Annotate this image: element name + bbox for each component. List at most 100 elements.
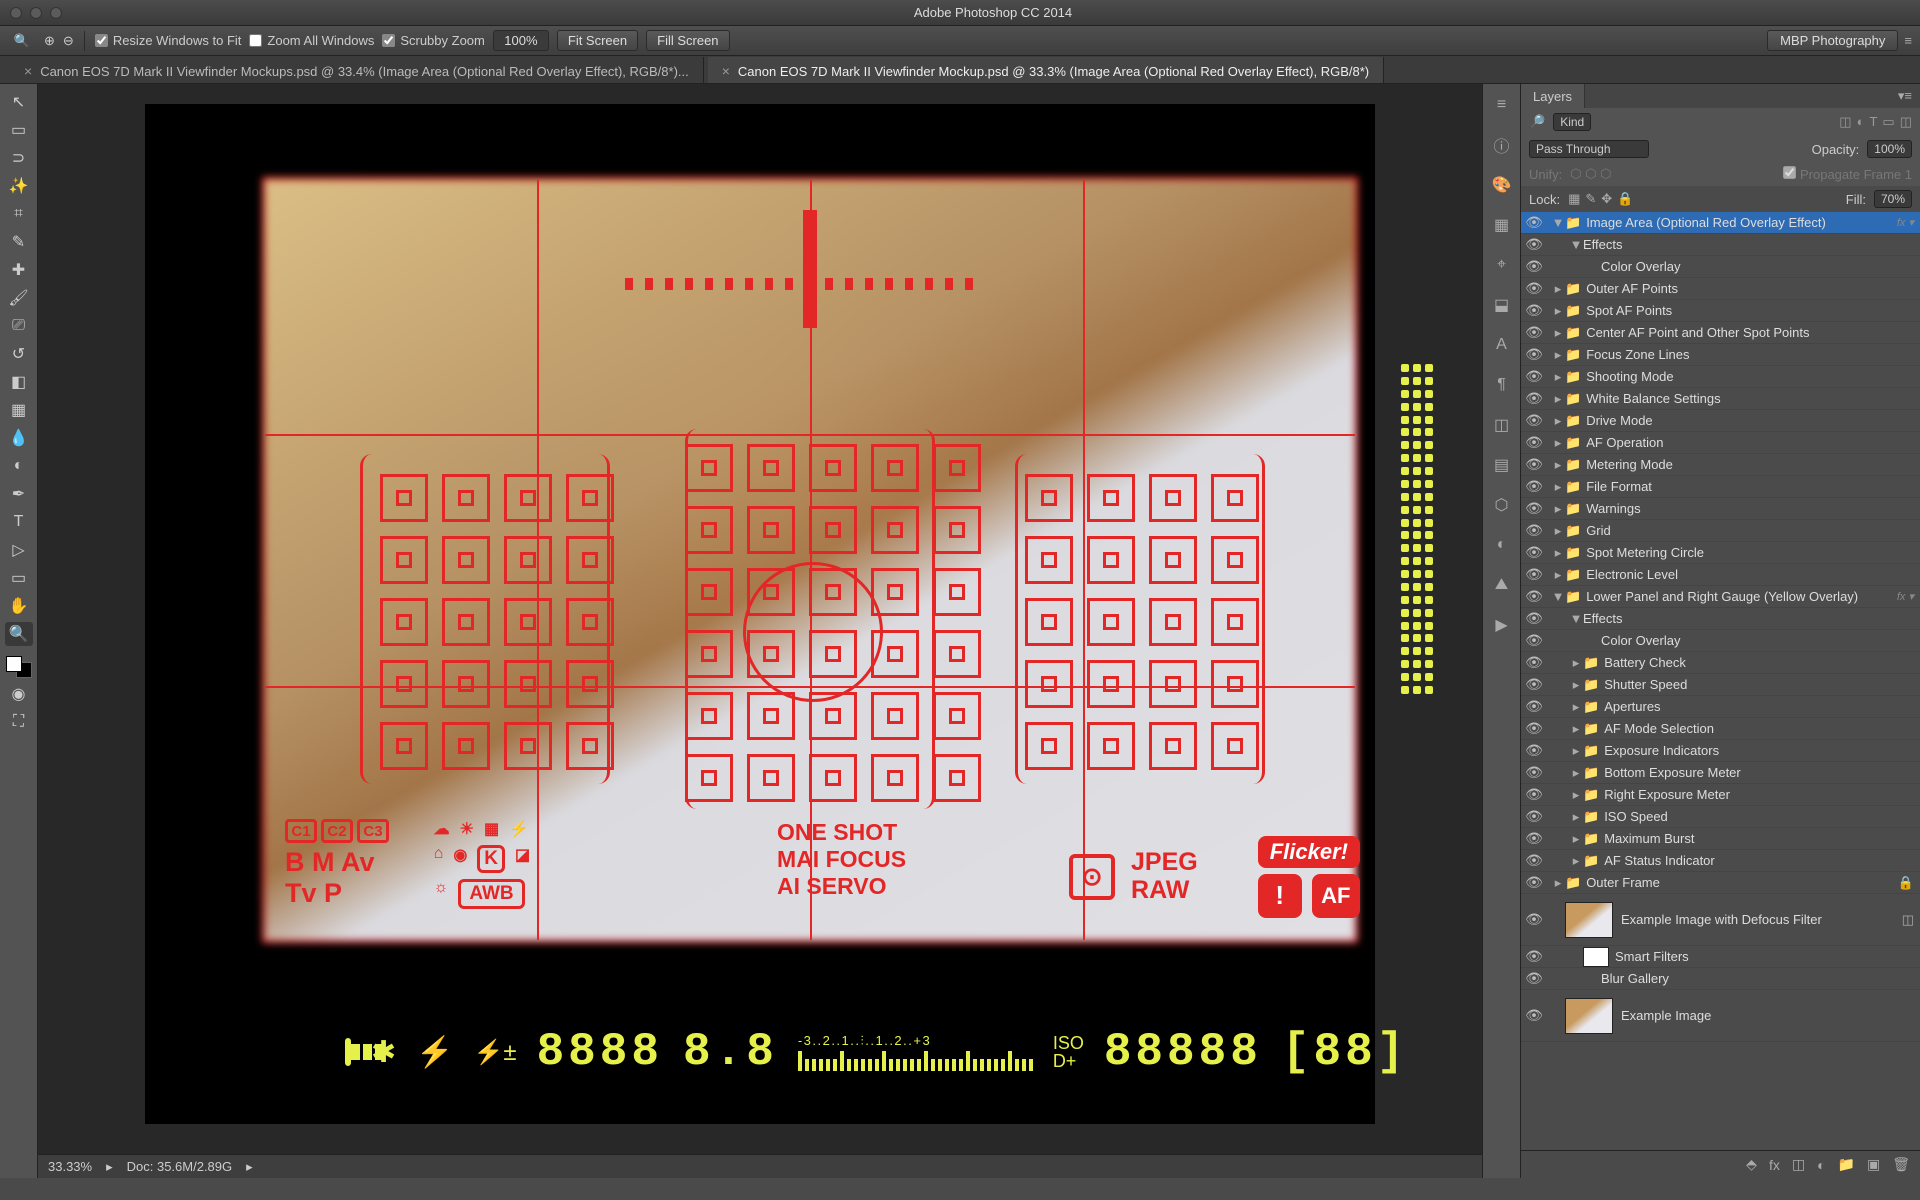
- visibility-eye-icon[interactable]: 👁: [1521, 302, 1547, 319]
- layer-row[interactable]: 👁▸📁ISO Speed: [1521, 806, 1920, 828]
- panel-menu-icon[interactable]: ▾≡: [1890, 88, 1920, 104]
- visibility-eye-icon[interactable]: 👁: [1521, 456, 1547, 473]
- link-layers-icon[interactable]: ⬘: [1746, 1156, 1757, 1173]
- expand-arrow-icon[interactable]: ▸: [1569, 743, 1583, 759]
- layer-row[interactable]: 👁▸📁Warnings: [1521, 498, 1920, 520]
- layer-row[interactable]: 👁▼Effects: [1521, 608, 1920, 630]
- zoom-level[interactable]: 100%: [493, 30, 549, 51]
- visibility-eye-icon[interactable]: 👁: [1521, 258, 1547, 275]
- dock-icon[interactable]: ≡: [1491, 94, 1513, 116]
- visibility-eye-icon[interactable]: 👁: [1521, 214, 1547, 231]
- visibility-eye-icon[interactable]: 👁: [1521, 236, 1547, 253]
- dock-icon[interactable]: ◐: [1491, 534, 1513, 556]
- canvas[interactable]: /*built below by layout, static bars*/ C…: [145, 104, 1375, 1124]
- expand-arrow-icon[interactable]: ▸: [1551, 435, 1565, 451]
- visibility-eye-icon[interactable]: 👁: [1521, 764, 1547, 781]
- shape-tool[interactable]: ▭: [5, 566, 33, 590]
- layer-row[interactable]: 👁▸📁Shooting Mode: [1521, 366, 1920, 388]
- group-icon[interactable]: 📁: [1838, 1156, 1855, 1173]
- gradient-tool[interactable]: ▦: [5, 398, 33, 422]
- visibility-eye-icon[interactable]: 👁: [1521, 434, 1547, 451]
- visibility-eye-icon[interactable]: 👁: [1521, 588, 1547, 605]
- layer-row[interactable]: 👁▸📁Spot AF Points: [1521, 300, 1920, 322]
- dock-icon[interactable]: ▤: [1491, 454, 1513, 476]
- visibility-eye-icon[interactable]: 👁: [1521, 720, 1547, 737]
- layer-row[interactable]: 👁▸📁Drive Mode: [1521, 410, 1920, 432]
- visibility-eye-icon[interactable]: 👁: [1521, 808, 1547, 825]
- layer-row[interactable]: 👁▸📁Apertures: [1521, 696, 1920, 718]
- pen-tool[interactable]: ✒: [5, 482, 33, 506]
- layer-fx-icon[interactable]: fx: [1769, 1157, 1780, 1173]
- zoom-all-check[interactable]: Zoom All Windows: [249, 33, 374, 48]
- dock-icon[interactable]: ¶: [1491, 374, 1513, 396]
- layer-row[interactable]: 👁▸📁Electronic Level: [1521, 564, 1920, 586]
- filter-type-icon[interactable]: T: [1869, 114, 1877, 130]
- hand-tool[interactable]: ✋: [5, 594, 33, 618]
- visibility-eye-icon[interactable]: 👁: [1521, 698, 1547, 715]
- expand-arrow-icon[interactable]: ▸: [1551, 369, 1565, 385]
- visibility-eye-icon[interactable]: 👁: [1521, 948, 1547, 965]
- zoom-tool[interactable]: 🔍: [5, 622, 33, 646]
- expand-arrow-icon[interactable]: ▸: [1569, 765, 1583, 781]
- eyedropper-tool[interactable]: ✎: [5, 230, 33, 254]
- layer-row[interactable]: 👁▸📁Focus Zone Lines: [1521, 344, 1920, 366]
- expand-arrow-icon[interactable]: ▸: [1569, 677, 1583, 693]
- expand-arrow-icon[interactable]: ▸: [1569, 809, 1583, 825]
- zoom-dot[interactable]: [50, 7, 62, 19]
- expand-arrow-icon[interactable]: ▸: [1569, 853, 1583, 869]
- dock-icon[interactable]: ⬡: [1491, 494, 1513, 516]
- expand-arrow-icon[interactable]: ▸: [1569, 787, 1583, 803]
- screenmode-icon[interactable]: ⛶: [5, 710, 33, 734]
- lock-paint-icon[interactable]: ✎: [1585, 191, 1596, 207]
- expand-arrow-icon[interactable]: ▸: [1551, 325, 1565, 341]
- layer-row[interactable]: 👁▼Effects: [1521, 234, 1920, 256]
- layer-row[interactable]: 👁▸📁Battery Check: [1521, 652, 1920, 674]
- new-layer-icon[interactable]: ▣: [1867, 1156, 1880, 1173]
- expand-arrow-icon[interactable]: ▼: [1551, 215, 1565, 230]
- dock-icon[interactable]: ⛰: [1491, 574, 1513, 596]
- marquee-tool[interactable]: ▭: [5, 118, 33, 142]
- visibility-eye-icon[interactable]: 👁: [1521, 1007, 1547, 1024]
- dock-icon[interactable]: ⓘ: [1491, 134, 1513, 156]
- visibility-eye-icon[interactable]: 👁: [1521, 632, 1547, 649]
- dock-icon[interactable]: ▦: [1491, 214, 1513, 236]
- visibility-eye-icon[interactable]: 👁: [1521, 280, 1547, 297]
- visibility-eye-icon[interactable]: 👁: [1521, 566, 1547, 583]
- wand-tool[interactable]: ✨: [5, 174, 33, 198]
- color-swatch[interactable]: [6, 656, 32, 678]
- close-dot[interactable]: [10, 7, 22, 19]
- lock-trans-icon[interactable]: ▦: [1568, 191, 1580, 207]
- expand-arrow-icon[interactable]: ▸: [1569, 721, 1583, 737]
- expand-arrow-icon[interactable]: ▼: [1551, 589, 1565, 604]
- visibility-eye-icon[interactable]: 👁: [1521, 676, 1547, 693]
- brush-tool[interactable]: 🖌: [5, 286, 33, 310]
- visibility-eye-icon[interactable]: 👁: [1521, 830, 1547, 847]
- layer-row[interactable]: 👁▸📁AF Operation: [1521, 432, 1920, 454]
- layer-row[interactable]: 👁Blur Gallery: [1521, 968, 1920, 990]
- blur-tool[interactable]: 💧: [5, 426, 33, 450]
- layer-row[interactable]: 👁Smart Filters: [1521, 946, 1920, 968]
- expand-arrow-icon[interactable]: ▸: [1569, 831, 1583, 847]
- stamp-tool[interactable]: ⎚: [5, 314, 33, 338]
- layer-row[interactable]: 👁▸📁Shutter Speed: [1521, 674, 1920, 696]
- dock-icon[interactable]: ▶: [1491, 614, 1513, 636]
- scrubby-zoom-check[interactable]: Scrubby Zoom: [382, 33, 485, 48]
- layer-row[interactable]: 👁▸📁Spot Metering Circle: [1521, 542, 1920, 564]
- visibility-eye-icon[interactable]: 👁: [1521, 610, 1547, 627]
- quickmask-icon[interactable]: ◉: [5, 682, 33, 706]
- dock-icon[interactable]: ◫: [1491, 414, 1513, 436]
- type-tool[interactable]: T: [5, 510, 33, 534]
- layer-row[interactable]: 👁▸📁Metering Mode: [1521, 454, 1920, 476]
- layer-row[interactable]: 👁▸📁AF Status Indicator: [1521, 850, 1920, 872]
- visibility-eye-icon[interactable]: 👁: [1521, 522, 1547, 539]
- document-tab-0[interactable]: ×Canon EOS 7D Mark II Viewfinder Mockups…: [10, 57, 704, 83]
- expand-arrow-icon[interactable]: ▸: [1569, 655, 1583, 671]
- fill-value[interactable]: 70%: [1874, 190, 1912, 208]
- lock-move-icon[interactable]: ✥: [1601, 191, 1612, 207]
- expand-arrow-icon[interactable]: ▸: [1551, 545, 1565, 561]
- visibility-eye-icon[interactable]: 👁: [1521, 742, 1547, 759]
- expand-arrow-icon[interactable]: ▸: [1551, 347, 1565, 363]
- dock-icon[interactable]: A: [1491, 334, 1513, 356]
- layer-row[interactable]: 👁▸📁File Format: [1521, 476, 1920, 498]
- visibility-eye-icon[interactable]: 👁: [1521, 544, 1547, 561]
